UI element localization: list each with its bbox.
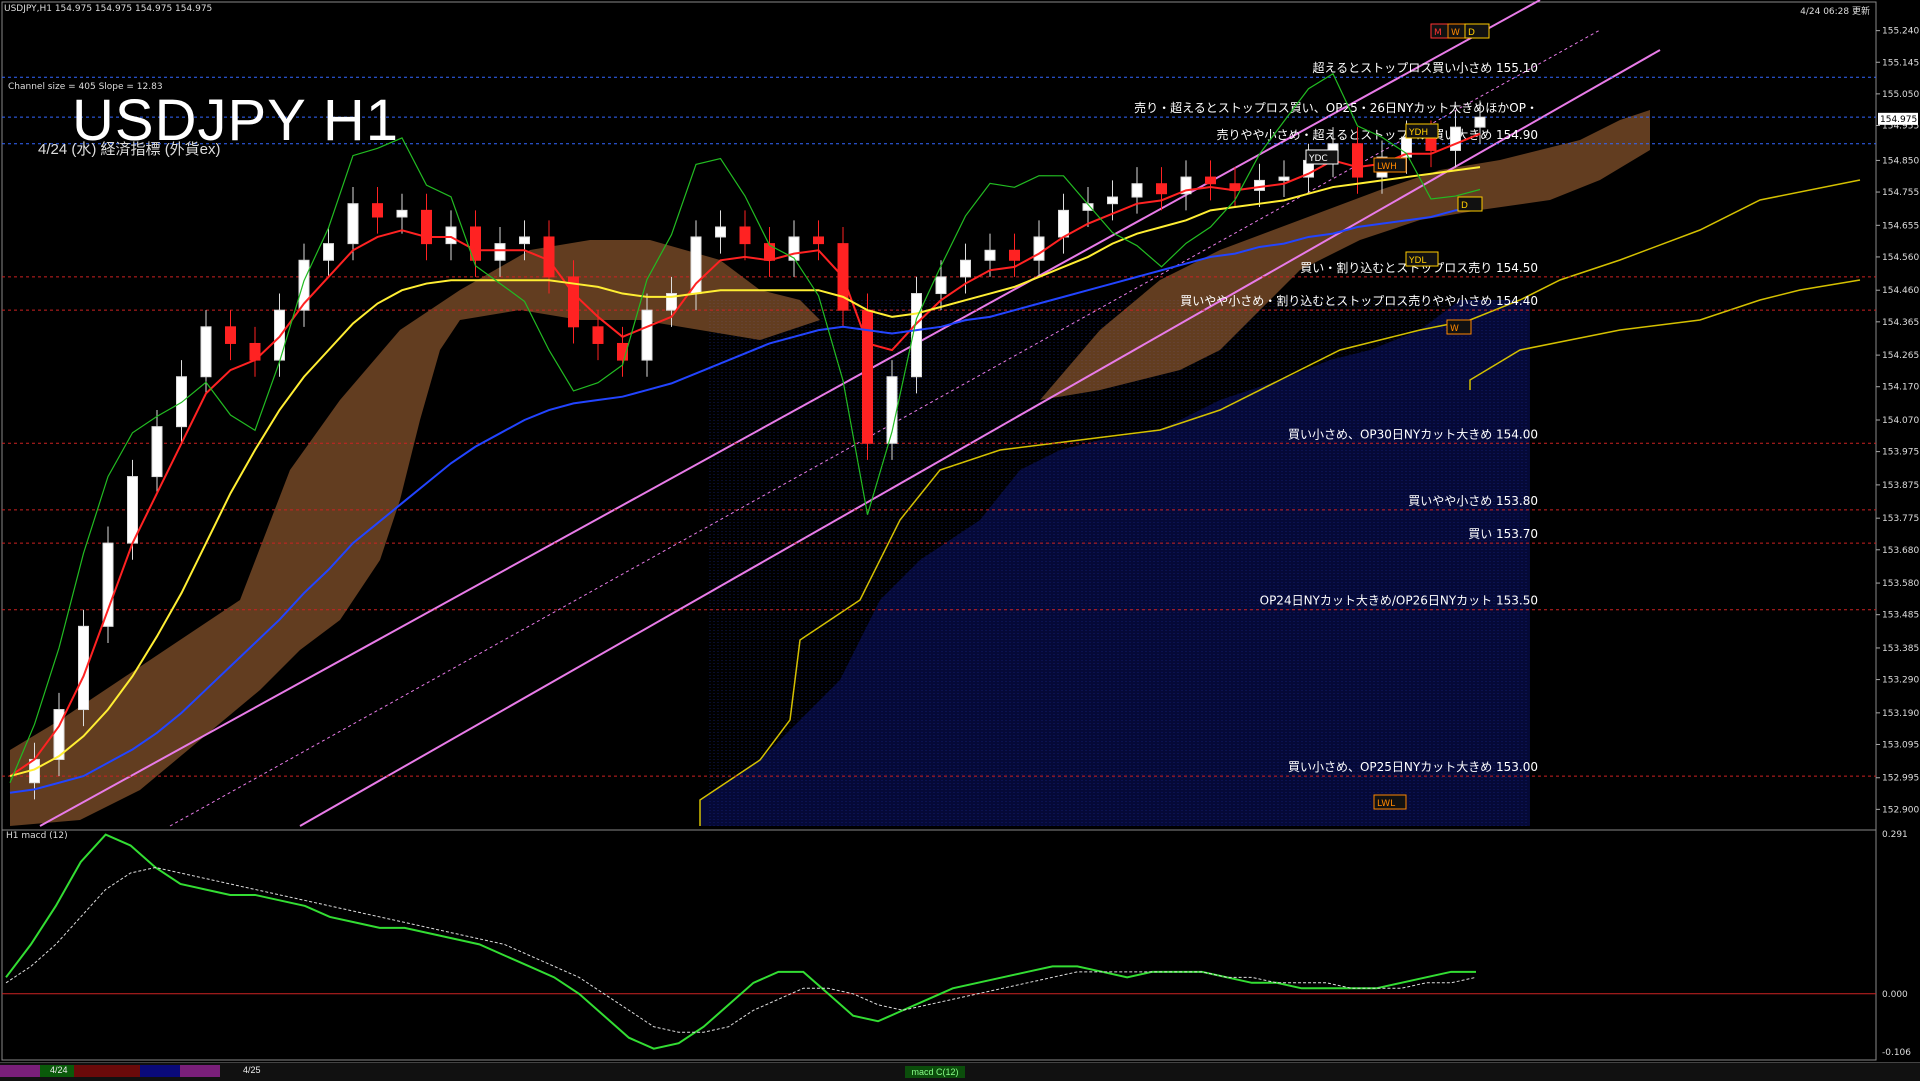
candle-body	[1131, 183, 1143, 198]
updated-label: 4/24 06:28 更新	[1800, 7, 1870, 17]
y-tick-label: 153.290	[1882, 676, 1919, 686]
candle-body	[421, 209, 432, 245]
price-level-label: OP24日NYカット大きめ/OP26日NYカット 153.50	[1260, 594, 1538, 608]
candle-body	[935, 276, 947, 295]
macd-tick-label: 0.291	[1882, 830, 1908, 840]
y-tick-label: 154.070	[1882, 416, 1919, 426]
y-tick-label: 154.850	[1882, 156, 1919, 166]
candle-body	[127, 476, 138, 544]
date-label: 4/25	[243, 1065, 261, 1075]
candle-body	[764, 243, 775, 261]
marker-label: YDC	[1308, 154, 1328, 164]
candle-body	[543, 236, 555, 278]
y-tick-label: 155.145	[1882, 58, 1919, 68]
chart-canvas: 超えるとストップロス買い小さめ 155.10 売り・超えるとストップロス買い、OP…	[1, 0, 1919, 1077]
macd-tick-label: 0.000	[1882, 990, 1908, 1000]
macd-line	[5, 833, 1476, 1050]
macd-panel-frame	[1, 829, 1877, 1061]
candle-body	[1205, 176, 1216, 185]
candle-body	[1352, 143, 1363, 178]
macd-tick-label: -0.106	[1882, 1048, 1911, 1058]
candle-body	[200, 326, 212, 378]
candle-body	[641, 309, 653, 361]
candle-body	[102, 542, 114, 627]
candle-body	[151, 426, 163, 478]
price-level-label: 買い小さめ、OP25日NYカット大きめ 153.00	[1288, 760, 1538, 774]
candle-body	[1450, 126, 1461, 151]
candle-body	[347, 203, 359, 245]
y-tick-label: 154.365	[1882, 318, 1919, 328]
y-tick-label: 154.460	[1882, 286, 1919, 296]
candle-body	[396, 209, 408, 218]
candle-body	[445, 226, 457, 245]
chart-subtitle: 4/24 (水) 経済指標 (外貨ex)	[38, 141, 221, 158]
candle-body	[1474, 116, 1486, 128]
date-label: 4/24	[50, 1065, 68, 1075]
price-level-label: 買いやや小さめ・割り込むとストップロス売りやや小さめ 154.40	[1180, 293, 1538, 308]
marker-label: W	[1450, 324, 1459, 334]
marker-label: W	[1451, 28, 1460, 38]
y-tick-label: 153.485	[1882, 611, 1919, 621]
macd-signal-line	[5, 866, 1477, 1033]
candle-body	[813, 236, 824, 245]
timeline-seg	[140, 1065, 180, 1077]
candle-body	[739, 226, 751, 245]
candle-body	[960, 259, 971, 278]
price-level-label: 買いやや小さめ 153.80	[1408, 494, 1538, 508]
candle-body	[1033, 236, 1045, 261]
y-tick-label: 153.190	[1882, 709, 1919, 719]
y-tick-label: 153.975	[1882, 448, 1919, 458]
price-level-label: 売りやや小さめ・超えるとストップロス買い大きめ 154.90	[1217, 127, 1538, 142]
candle-body	[1425, 136, 1437, 151]
y-tick-label: 153.385	[1882, 644, 1919, 654]
y-tick-label: 152.900	[1882, 805, 1919, 815]
y-tick-label: 153.680	[1882, 546, 1919, 556]
candle-body	[1058, 209, 1069, 238]
y-tick-label: 155.050	[1882, 90, 1919, 100]
macd-label: H1 macd (12)	[6, 831, 68, 841]
y-tick-label: 154.170	[1882, 383, 1919, 393]
y-tick-label: 154.265	[1882, 351, 1919, 361]
candle-body	[1278, 176, 1290, 181]
y-tick-label: 153.875	[1882, 481, 1919, 491]
timeline-seg	[74, 1065, 140, 1077]
candle-body	[1107, 196, 1118, 205]
bottom-timeline[interactable]: 4/24 4/25 macd C(12)	[0, 1062, 1920, 1081]
candle-body	[1009, 249, 1020, 261]
marker-label: LWH	[1377, 162, 1397, 172]
marker-label: YDL	[1408, 256, 1426, 266]
marker-label: D	[1468, 28, 1475, 38]
candle-body	[984, 249, 996, 261]
y-tick-label: 154.755	[1882, 188, 1919, 198]
marker-label: D	[1461, 201, 1468, 211]
current-price-label: 154.975	[1880, 115, 1917, 125]
price-level-label: 買い小さめ、OP30日NYカット大きめ 154.00	[1288, 427, 1538, 441]
price-level-label: 売り・超えるとストップロス買い、OP25・26日NYカット大きめほかOP・	[1134, 100, 1538, 115]
price-level-label: 超えるとストップロス買い小さめ 155.10	[1313, 60, 1538, 75]
timeline-seg	[180, 1065, 220, 1077]
candle-body	[323, 243, 334, 261]
candle-body	[1254, 179, 1265, 191]
marker-label: LWL	[1377, 799, 1395, 809]
y-tick-label: 154.560	[1882, 253, 1919, 263]
y-tick-label: 153.775	[1882, 514, 1919, 524]
y-tick-label: 155.240	[1882, 27, 1919, 37]
y-tick-label: 153.095	[1882, 740, 1919, 750]
candle-body	[372, 203, 383, 218]
candle-body	[1156, 183, 1167, 195]
y-tick-label: 152.995	[1882, 774, 1919, 784]
y-tick-label: 154.655	[1882, 221, 1919, 231]
marker-label: YDH	[1408, 128, 1428, 138]
ticker-label: USDJPY,H1 154.975 154.975 154.975 154.97…	[4, 4, 213, 14]
price-level-label: 買い 153.70	[1468, 527, 1538, 541]
marker-label: M	[1434, 28, 1442, 38]
candle-body	[519, 236, 530, 245]
y-tick-label: 153.580	[1882, 579, 1919, 589]
candle-body	[592, 326, 604, 344]
macd-tab[interactable]: macd C(12)	[905, 1066, 965, 1078]
candle-body	[225, 326, 236, 344]
timeline-seg	[0, 1065, 40, 1077]
candle-body	[494, 243, 506, 261]
candle-body	[715, 226, 726, 238]
